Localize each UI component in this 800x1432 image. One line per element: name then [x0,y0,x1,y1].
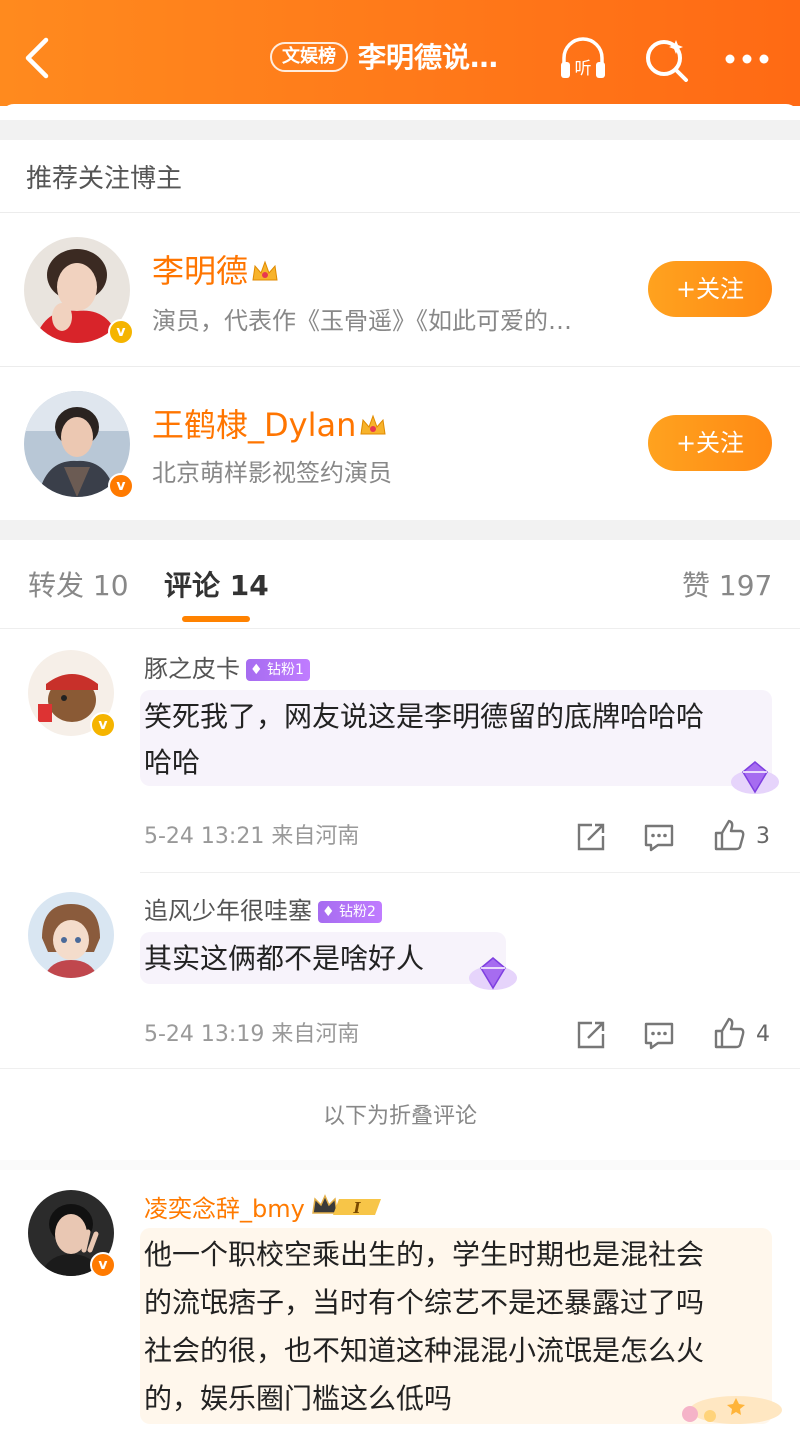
comment-text-line: 社会的很，也不知道这种混混小流氓是怎么火 [144,1334,705,1367]
comment-icon[interactable] [642,1018,676,1052]
user-name[interactable]: 李明德 [152,252,248,290]
verified-badge-icon: v [108,319,134,345]
listen-label: 听 [575,59,592,79]
tab-repost[interactable]: 转发 10 [28,566,129,606]
folded-comments-notice[interactable]: 以下为折叠评论 [0,1102,800,1132]
comment-author[interactable]: 追风少年很哇塞 [144,897,312,925]
comment-author[interactable]: 豚之皮卡 [144,655,240,683]
like-count: 3 [756,824,770,849]
active-tab-indicator [182,616,250,622]
more-icon[interactable] [722,36,772,82]
section-gap [0,520,800,540]
repost-icon[interactable] [574,820,608,854]
comment-divider [0,1068,800,1069]
comment-divider [140,872,800,873]
like-thumb-icon[interactable] [712,1016,746,1050]
comment-text-line: 笑死我了，网友说这是李明德留的底牌哈哈哈 [144,700,705,733]
verified-badge-icon: v [90,712,116,738]
member-level-label: I [352,1199,361,1217]
recommend-card[interactable]: v 王鹤棣_Dylan 北京萌样影视签约演员 +关注 [0,366,800,520]
comment-text-line: 他一个职校空乘出生的，学生时期也是混社会 [144,1238,705,1271]
tab-divider [0,628,800,629]
fan-badge-label: 钻粉2 [339,904,376,920]
verified-badge-icon: v [108,473,134,499]
decorative-sticker-icon [682,1396,782,1424]
ranking-badge[interactable]: 文娱榜 [270,42,348,72]
diamond-gem-icon [731,761,779,794]
section-gap [0,1160,800,1170]
comment-icon[interactable] [642,820,676,854]
like-count: 4 [756,1022,770,1047]
search-icon[interactable] [642,36,692,82]
crown-icon [252,260,278,281]
user-name[interactable]: 王鹤棣_Dylan [152,406,356,444]
page-title: 李明德说… [358,41,499,74]
comment-text-line: 其实这俩都不是啥好人 [144,942,425,975]
diamond-gem-icon [469,957,517,990]
verified-badge-icon: v [90,1252,116,1278]
tab-like[interactable]: 赞 197 [682,566,772,606]
user-desc: 演员，代表作《玉骨遥》《如此可爱的… [152,307,572,335]
follow-button[interactable]: +关注 [648,415,772,471]
top-bar: 文娱榜 李明德说… 听 [0,0,800,106]
comment-text-line: 的，娱乐圈门槛这么低吗 [144,1382,453,1415]
section-gap [0,120,800,140]
comment-author[interactable]: 凌奕念辞_bmy [144,1195,305,1223]
back-arrow-icon[interactable] [22,34,52,82]
comment-meta: 5-24 13:19 来自河南 [144,1022,360,1047]
listen-headphones-icon[interactable]: 听 [558,36,608,82]
recommend-card[interactable]: v 李明德 演员，代表作《玉骨遥》《如此可爱的… +关注 [0,212,800,366]
avatar[interactable] [28,892,114,978]
recommend-heading: 推荐关注博主 [26,164,183,194]
fan-badge: ♦ 钻粉1 [246,659,310,681]
user-desc: 北京萌样影视签约演员 [152,459,392,487]
member-level-badge-icon: I [311,1194,381,1217]
fan-badge-label: 钻粉1 [267,662,304,678]
repost-icon[interactable] [574,1018,608,1052]
crown-icon [360,414,386,435]
comment-text-line: 哈哈 [144,746,201,779]
follow-button[interactable]: +关注 [648,261,772,317]
comment-meta: 5-24 13:21 来自河南 [144,824,360,849]
comment-text-line: 的流氓痞子，当时有个综艺不是还暴露过了吗 [144,1286,705,1319]
tab-comment[interactable]: 评论 14 [164,566,269,606]
like-thumb-icon[interactable] [712,818,746,852]
fan-badge: ♦ 钻粉2 [318,901,382,923]
